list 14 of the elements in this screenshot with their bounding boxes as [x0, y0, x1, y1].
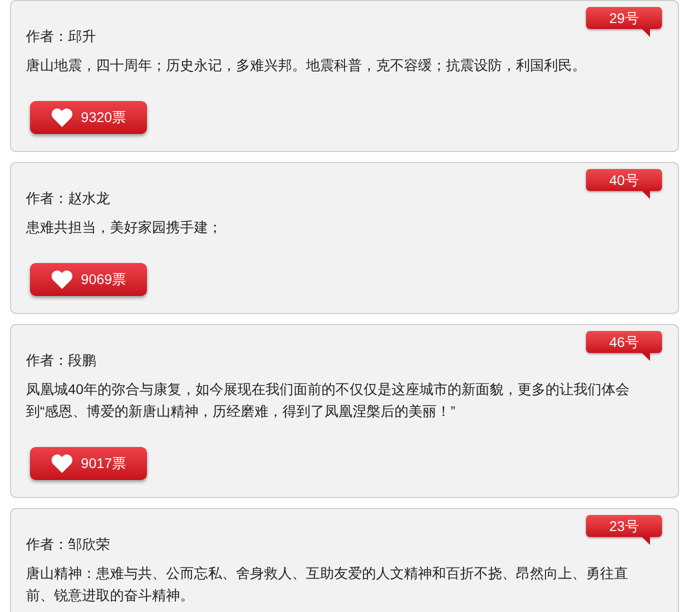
- entry-text: 凤凰城40年的弥合与康复，如今展现在我们面前的不仅仅是这座城市的新面貌，更多的让我们体会到“感恩、博爱的新唐山精神，历经磨难，得到了凤凰涅槃后的美丽！”: [26, 380, 631, 421]
- author-label: 作者：赵水龙: [26, 189, 111, 207]
- author-label: 作者：邹欣荣: [26, 535, 111, 553]
- entry-text: 唐山地震，四十周年；历史永记，多难兴邦。地震科普，克不容缓；抗震设防，利国利民。: [26, 56, 587, 75]
- vote-button[interactable]: 9320票: [30, 101, 147, 134]
- vote-button[interactable]: 9017票: [30, 447, 147, 480]
- heart-icon: [50, 270, 73, 289]
- heart-icon: [50, 454, 73, 473]
- heart-icon: [50, 108, 73, 127]
- entry-text: 唐山精神：患难与共、公而忘私、舍身救人、互助友爱的人文精神和百折不挠、昂然向上、勇往直前、锐意进取的奋斗精神。: [26, 564, 629, 605]
- vote-button[interactable]: 9069票: [30, 263, 147, 296]
- author-label: 作者：邱升: [26, 27, 97, 45]
- author-label: 作者：段鹏: [26, 351, 97, 369]
- entry-text: 患难共担当，美好家园携手建；: [26, 218, 223, 237]
